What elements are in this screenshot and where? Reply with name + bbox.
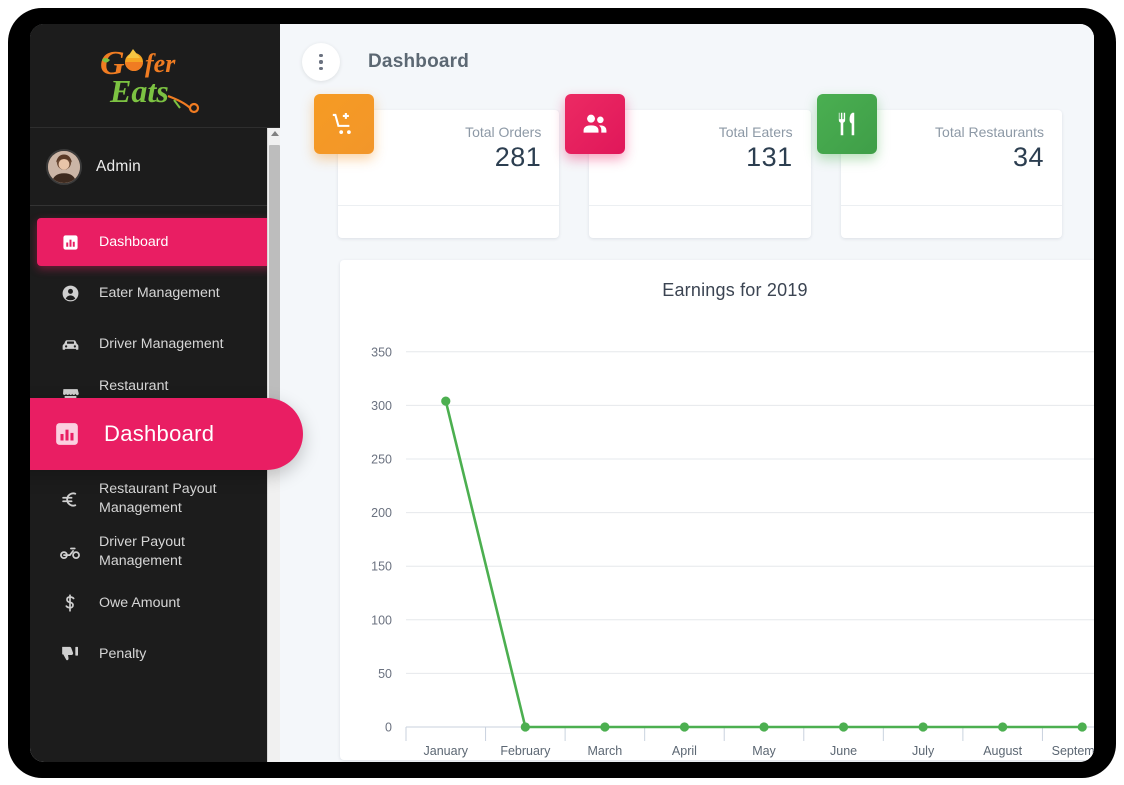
earnings-line-chart[interactable]: 0 50 100 150 200 250 300 350 January February Marc… [340,305,1094,760]
bar-chart-icon [55,234,85,251]
x-axis-tick-label: May [752,744,776,758]
sidebar-item-label: Driver Payout Management [99,533,185,569]
chart-title: Earnings for 2019 [662,280,808,300]
gofer-eats-logo-icon: G fer Eats [100,45,200,113]
x-axis-tick-label: March [588,744,623,758]
sidebar: G fer Eats Admin Dashboard Eater Managem… [30,24,280,762]
x-axis-tick-label: July [912,744,935,758]
avatar [46,148,82,185]
scrollbar-thumb[interactable] [269,145,280,407]
data-point [520,722,530,732]
vertical-dots-icon[interactable] [302,43,340,81]
data-point [441,396,451,406]
data-point [679,722,690,732]
sidebar-item-driver-management[interactable]: Driver Management [37,320,273,368]
scroll-up-arrow-icon[interactable] [271,131,279,136]
x-axis-tick-label: September [1052,744,1094,758]
stat-card-total-eaters[interactable]: Total Eaters 131 [565,94,811,238]
app-surface: G fer Eats Admin Dashboard Eater Managem… [30,24,1094,762]
sidebar-item-restaurant-payout-management[interactable]: Restaurant Payout Management [37,474,273,523]
main-content: Dashboard Total Orders 281 Total Eaters [280,24,1094,762]
euro-icon [55,489,85,510]
sidebar-item-label: Dashboard [99,233,169,250]
data-line [444,400,1083,729]
card-divider [840,205,1062,206]
x-axis-tick-label: January [424,744,469,758]
users-icon [565,94,626,154]
x-axis-tick-label: June [830,744,857,758]
page-title: Dashboard [368,51,470,72]
sidebar-item-label: Restaurant Payout Management [99,481,217,517]
y-axis-tick-label: 300 [371,399,392,413]
data-point [838,722,849,732]
earnings-chart-panel: Earnings for 2019 0 50 100 150 200 250 300 350 J… [340,260,1094,760]
data-point [1077,722,1087,732]
brand-logo[interactable]: G fer Eats [30,24,280,128]
sidebar-item-label: Owe Amount [99,595,181,612]
sidebar-item-label: Eater Management [99,284,220,301]
sidebar-profile[interactable]: Admin [30,128,280,206]
user-circle-icon [55,284,85,303]
y-axis-tick-label: 150 [371,560,392,574]
topbar: Dashboard [280,24,1094,100]
dashboard-tooltip-overlay[interactable]: Dashboard [30,398,303,470]
data-point [600,722,610,732]
sidebar-item-label: Driver Management [99,335,224,352]
motorcycle-icon [55,541,85,563]
data-point [759,722,769,732]
sidebar-item-label: Penalty [99,646,147,663]
x-axis-tick-label: April [672,744,697,758]
bar-chart-icon [52,419,82,449]
data-point [998,722,1008,732]
card-divider [589,205,811,206]
stat-card-total-restaurants[interactable]: Total Restaurants 34 [816,94,1062,238]
data-point [918,722,928,732]
sidebar-item-penalty[interactable]: Penalty [37,630,273,678]
svg-text:Eats: Eats [109,73,169,109]
user-avatar-icon [48,150,80,183]
y-axis-tick-label: 250 [371,453,392,467]
tooltip-label: Dashboard [104,421,215,446]
stat-card-total-orders[interactable]: Total Orders 281 [314,94,560,238]
y-axis-tick-label: 0 [385,721,392,735]
cutlery-icon [816,94,877,154]
x-axis-tick-label: February [500,744,551,758]
dollar-icon [55,593,85,613]
y-axis-tick-label: 200 [371,506,392,520]
cart-plus-icon [314,94,374,154]
y-axis-tick-label: 100 [371,613,392,627]
card-divider [338,205,560,206]
sidebar-item-driver-payout-management[interactable]: Driver Payout Management [37,527,273,576]
sidebar-item-owe-amount[interactable]: Owe Amount [37,579,273,627]
y-axis-tick-label: 350 [371,345,392,359]
thumbs-down-icon [55,644,85,664]
sidebar-item-eater-management[interactable]: Eater Management [37,269,273,317]
sidebar-item-dashboard[interactable]: Dashboard [37,218,273,266]
car-icon [55,334,85,355]
stat-cards-row: Total Orders 281 Total Eaters 131 Total … [280,94,1094,238]
profile-name: Admin [96,157,141,175]
y-axis-tick-label: 50 [378,667,392,681]
x-axis-tick-label: August [983,744,1022,758]
